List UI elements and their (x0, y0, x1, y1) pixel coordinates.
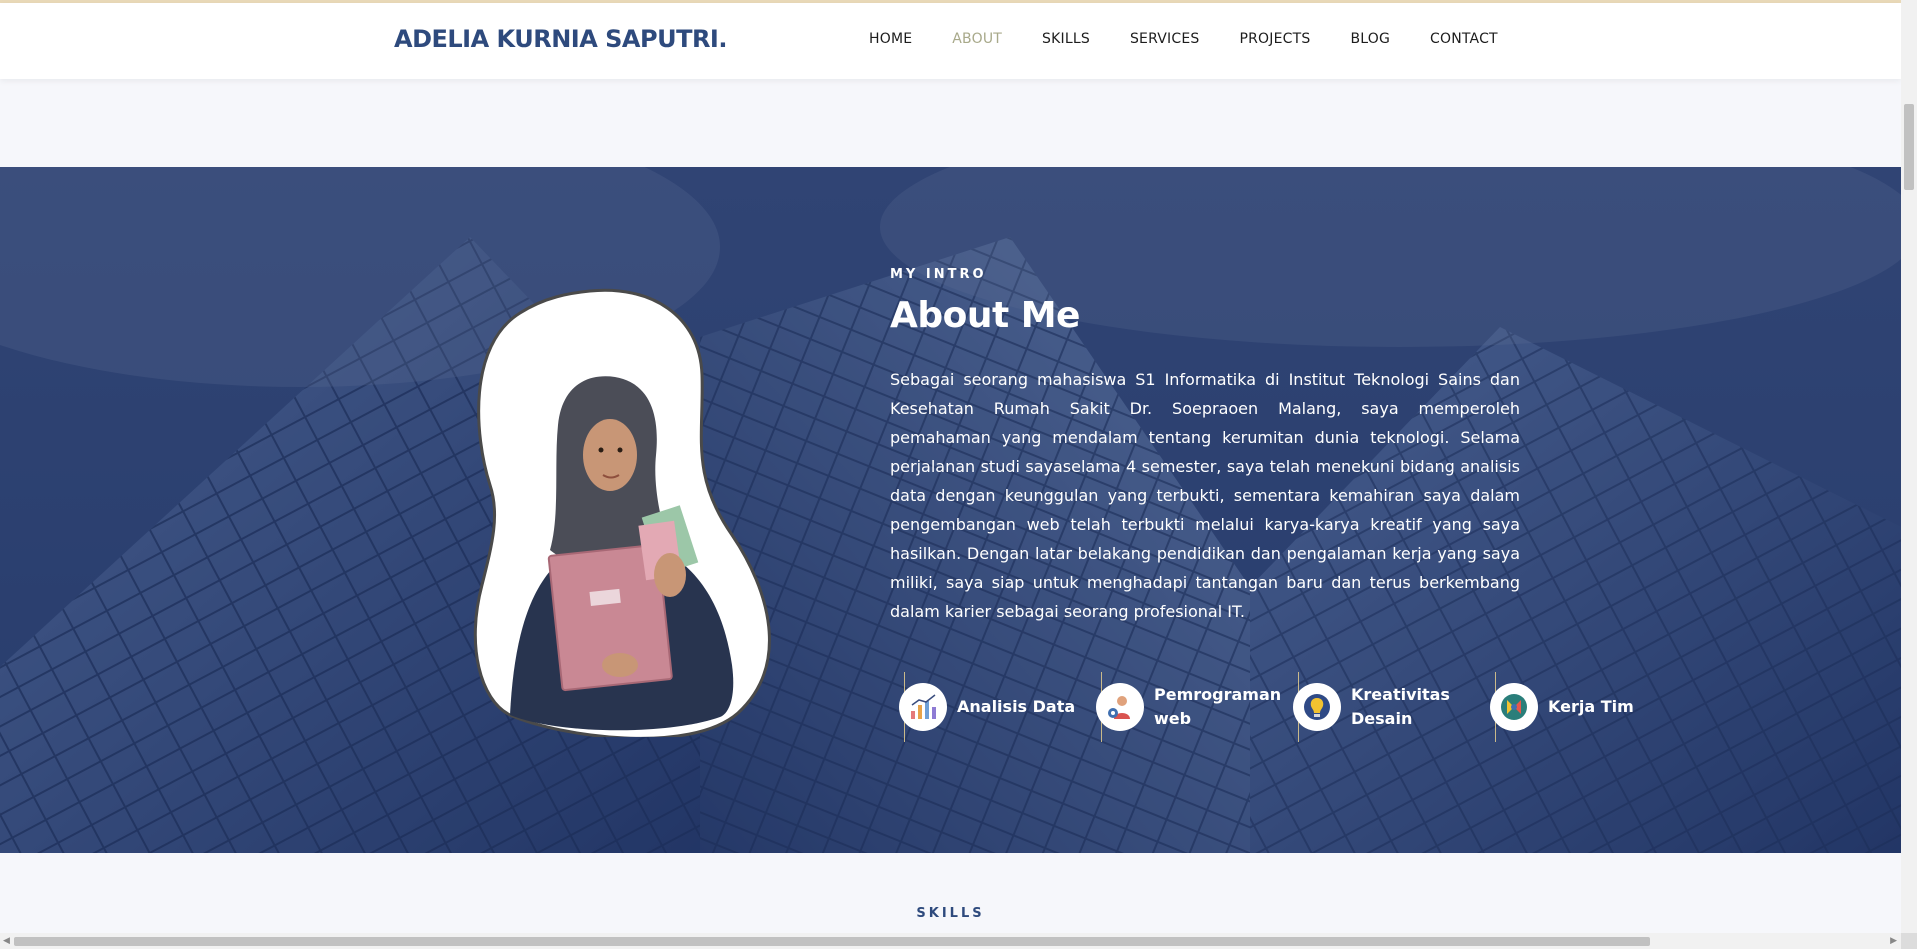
vertical-scrollbar[interactable] (1901, 0, 1917, 933)
skill-label: Analisis Data (957, 697, 1076, 716)
skills-highlights: Analisis Data Pemrograman web Kreativita… (899, 672, 1692, 742)
main-nav: HOME ABOUT SKILLS SERVICES PROJECTS BLOG… (869, 31, 1538, 47)
nav-skills[interactable]: SKILLS (1042, 31, 1090, 47)
about-section: MY INTRO About Me Sebagai seorang mahasi… (0, 167, 1901, 853)
idea-bulb-icon (1293, 683, 1341, 731)
scrollbar-corner (1901, 933, 1917, 949)
intro-label: MY INTRO (890, 267, 987, 282)
nav-services[interactable]: SERVICES (1130, 31, 1200, 47)
vertical-scrollbar-thumb[interactable] (1904, 104, 1914, 190)
navbar: ADELIA KURNIA SAPUTRI. HOME ABOUT SKILLS… (0, 3, 1901, 79)
skill-pemrograman-web: Pemrograman web (1096, 672, 1298, 742)
nav-about[interactable]: ABOUT (952, 31, 1002, 47)
nav-contact[interactable]: CONTACT (1430, 31, 1498, 47)
nav-projects[interactable]: PROJECTS (1239, 31, 1310, 47)
horizontal-scrollbar[interactable]: ◀ ▶ (0, 933, 1901, 949)
about-description: Sebagai seorang mahasiswa S1 Informatika… (890, 370, 1520, 621)
site-brand[interactable]: ADELIA KURNIA SAPUTRI. (394, 25, 727, 53)
scroll-right-arrow-icon[interactable]: ▶ (1890, 936, 1897, 946)
horizontal-scrollbar-thumb[interactable] (14, 937, 1650, 946)
skill-kreativitas-desain: Kreativitas Desain (1293, 672, 1495, 742)
skill-label: Pemrograman web (1154, 685, 1282, 728)
programmer-icon (1096, 683, 1144, 731)
teamwork-icon (1490, 683, 1538, 731)
skill-label: Kerja Tim (1548, 697, 1634, 716)
scroll-left-arrow-icon[interactable]: ◀ (3, 936, 10, 946)
skill-analisis-data: Analisis Data (899, 672, 1101, 742)
skills-section-label: SKILLS (916, 906, 985, 921)
nav-home[interactable]: HOME (869, 31, 912, 47)
nav-blog[interactable]: BLOG (1350, 31, 1390, 47)
about-title: About Me (890, 295, 1080, 336)
skill-label: Kreativitas Desain (1351, 685, 1450, 728)
analytics-icon (899, 683, 947, 731)
skill-kerja-tim: Kerja Tim (1490, 672, 1692, 742)
profile-portrait-image (473, 288, 771, 737)
